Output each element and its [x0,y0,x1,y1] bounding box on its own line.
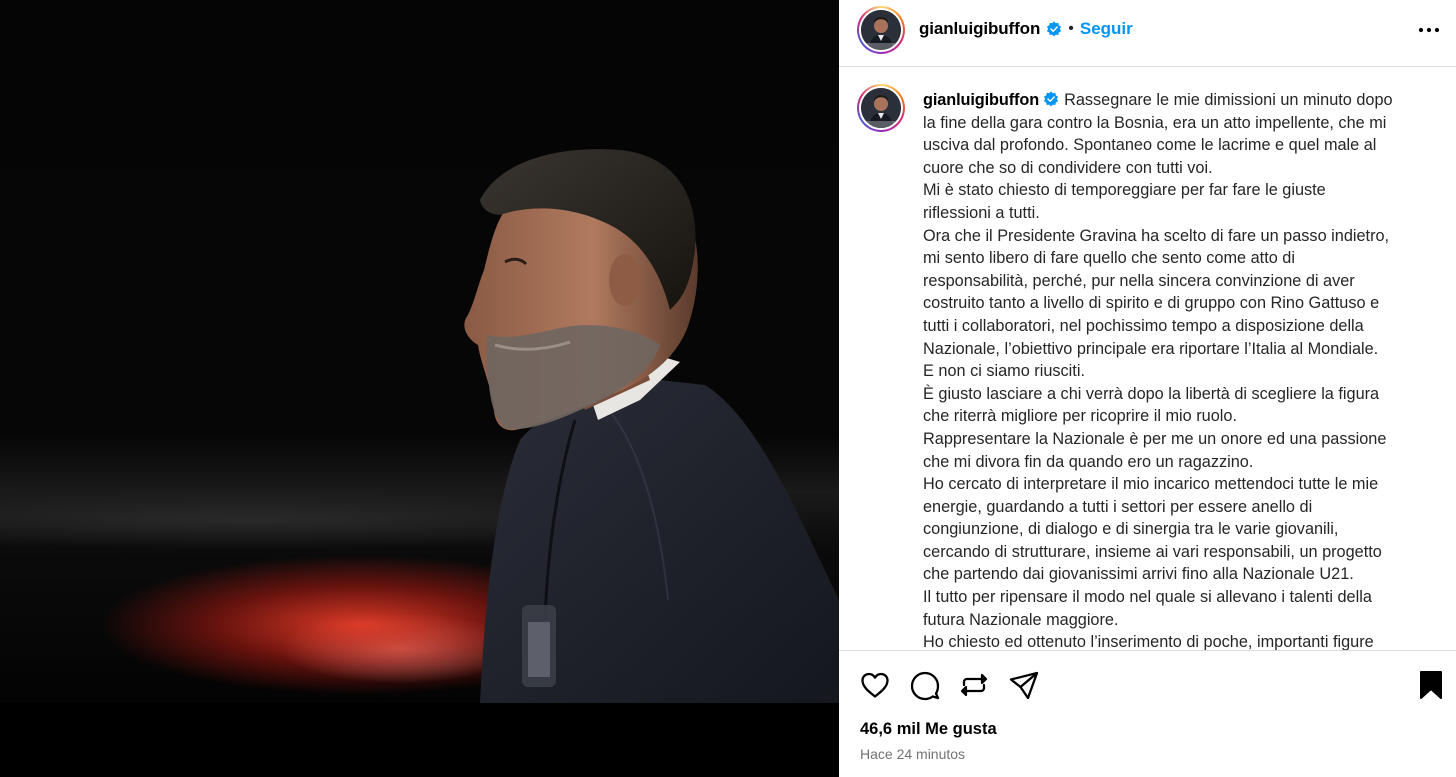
caption-avatar[interactable] [857,84,905,132]
caption-line: tutti i collaboratori, nel pochissimo te… [923,316,1364,335]
caption-line: mi sento libero di fare quello che sento… [923,249,1295,268]
caption-line: cuore che so di condividere con tutti vo… [923,158,1213,177]
bookmark-icon[interactable] [1415,669,1447,701]
caption-line: usciva dal profondo. Spontaneo come le l… [923,136,1377,155]
caption-line: che mi divora fin da quando ero un ragaz… [923,452,1254,471]
caption-line: Ho cercato di interpretare il mio incari… [923,475,1379,494]
caption-line: cercando di strutturare, insieme ai vari… [923,542,1382,561]
caption-line: futura Nazionale maggiore. [923,610,1119,629]
caption-line: la fine della gara contro la Bosnia, era… [923,113,1387,132]
post-caption: gianluigibuffon Rassegnare le mie dimissi… [923,89,1443,650]
post-photo [0,0,839,703]
likes-count[interactable]: 46,6 mil Me gusta [860,720,997,739]
caption-line: energie, guardando a tutti i settori per… [923,497,1313,516]
caption-line: costruito tanto a livello di spirito e d… [923,294,1380,313]
caption-line: riflessioni a tutti. [923,203,1040,222]
repost-icon[interactable] [958,669,990,701]
more-options-icon[interactable] [1416,19,1442,41]
follow-button[interactable]: Seguir [1080,19,1133,39]
caption-line: congiunzione, di dialogo e di sinergia t… [923,520,1339,539]
caption-line: E non ci siamo riusciti. [923,362,1085,381]
caption-line: Rappresentare la Nazionale è per me un o… [923,429,1387,448]
post-media[interactable] [0,0,839,777]
heart-icon[interactable] [859,669,891,701]
caption-line: Il tutto per ripensare il modo nel quale… [923,588,1372,607]
separator-dot: • [1068,20,1074,37]
comment-icon[interactable] [909,669,941,701]
media-letterbox [0,703,839,777]
caption-line: Ora che il Presidente Gravina ha scelto … [923,226,1390,245]
caption-line: Mi è stato chiesto di temporeggiare per … [923,181,1326,200]
comments-area[interactable]: gianluigibuffon Rassegnare le mie dimissi… [839,68,1456,650]
caption-line: È giusto lasciare a chi verrà dopo la li… [923,384,1380,403]
caption-line: che riterrà migliore per ricoprire il mi… [923,407,1237,426]
caption-line: che partendo dai giovanissimi arrivi fin… [923,565,1354,584]
verified-badge-icon [1047,21,1062,37]
photo-subject-illustration [464,149,839,703]
post-timestamp[interactable]: Hace 24 minutos [860,746,965,762]
header-username[interactable]: gianluigibuffon [919,19,1040,39]
post-actions: 46,6 mil Me gusta Hace 24 minutos [839,650,1456,777]
share-icon[interactable] [1008,669,1040,701]
caption-line: Ho chiesto ed ottenuto l’inserimento di … [923,633,1374,650]
avatar-portrait-icon [861,10,901,50]
avatar-portrait-icon [861,88,901,128]
caption-first-line: gianluigibuffon Rassegnare le mie dimissi… [923,89,1443,112]
caption-username[interactable]: gianluigibuffon [923,91,1039,109]
caption-line: Nazionale, l’obiettivo principale era ri… [923,339,1379,358]
caption-line: Rassegnare le mie dimissioni un minuto d… [1064,91,1393,109]
post-side-panel: gianluigibuffon • Seguir gianluigibuffon… [839,0,1456,777]
header-avatar[interactable] [857,6,905,54]
post-header: gianluigibuffon • Seguir [839,0,1456,67]
verified-badge-icon [1044,91,1059,107]
caption-line: responsabilità, perché, pur nella sincer… [923,271,1355,290]
